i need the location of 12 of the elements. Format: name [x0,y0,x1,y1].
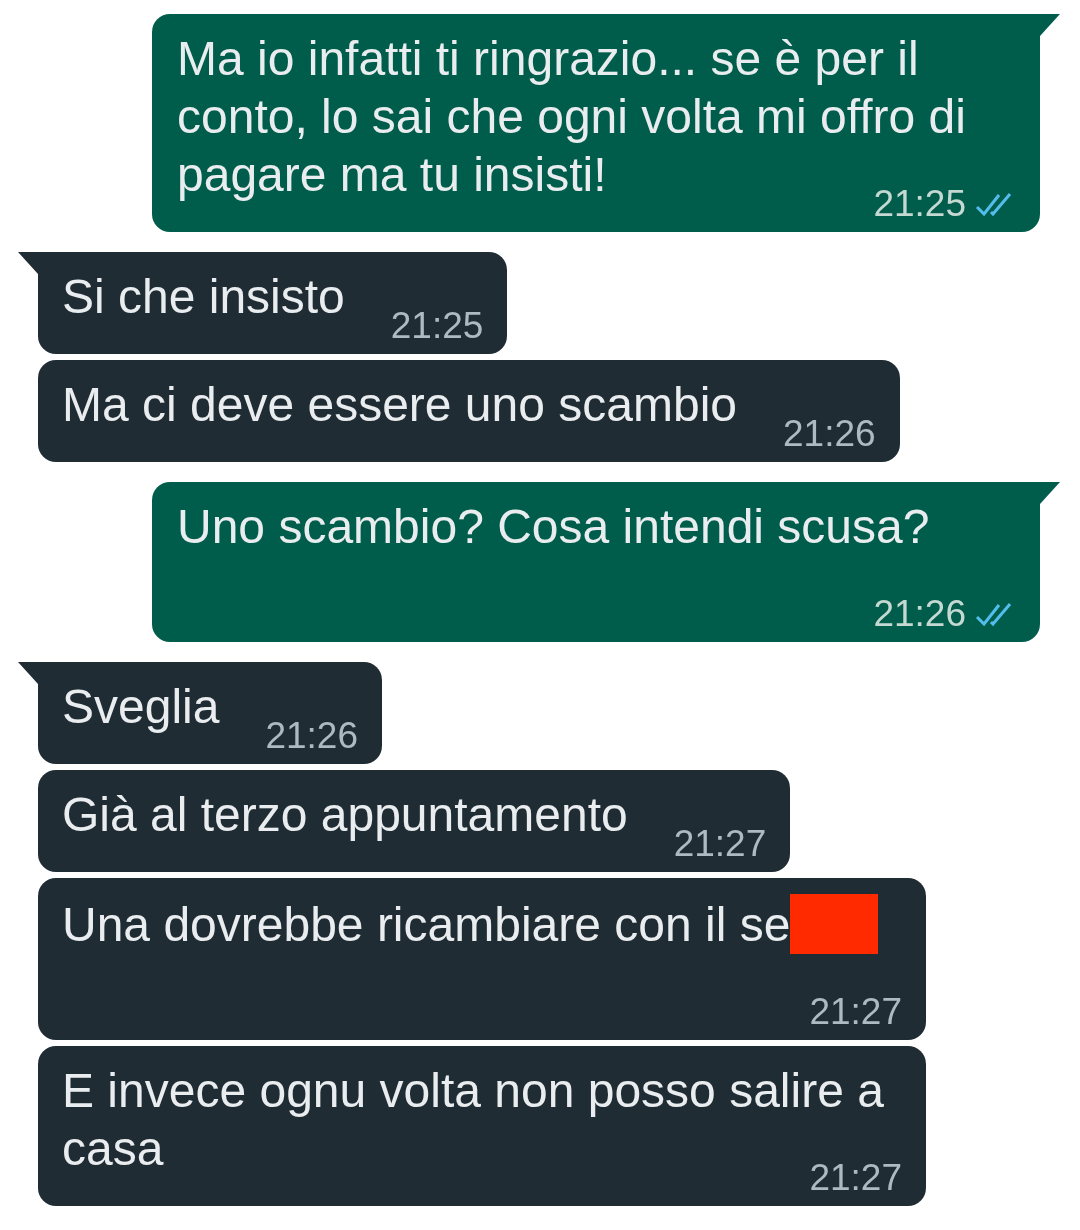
message-text: Una dovrebbe ricambiare con il se [62,898,791,951]
message-time: 21:27 [673,826,767,862]
message-text: Sveglia [62,680,220,733]
message-text: Già al terzo appuntamento [62,788,628,841]
message-text: Uno scambio? Cosa intendi scusa? [177,500,930,553]
message-time: 21:26 [783,416,876,452]
message-text: Ma ci deve essere uno scambio [62,378,737,431]
message-time: 21:27 [809,994,902,1030]
message-time: 21:25 [390,308,484,344]
message-time: 21:26 [873,596,966,632]
message-text: Si che insisto [62,270,345,323]
message-time: 21:26 [265,718,359,754]
